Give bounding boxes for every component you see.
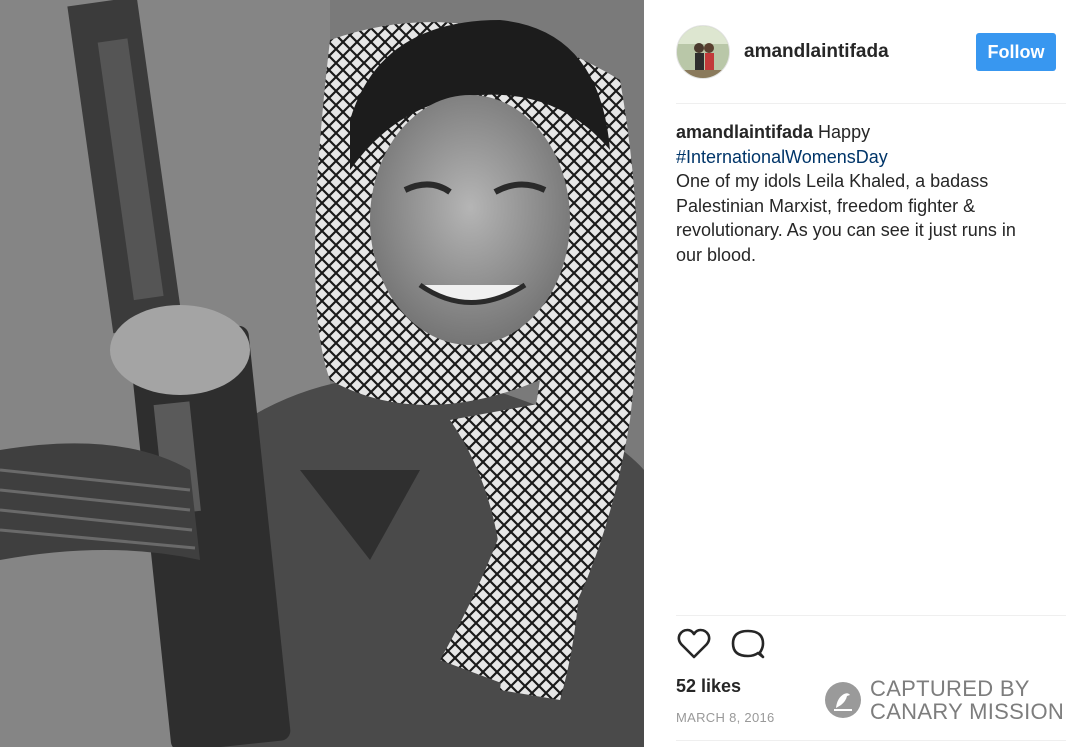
actions-divider: [676, 615, 1066, 616]
instagram-post: amandlaintifada Follow amandlaintifada H…: [0, 0, 1082, 747]
username-link[interactable]: amandlaintifada: [744, 41, 976, 63]
watermark-line1: CAPTURED BY: [870, 676, 1030, 701]
post-actions: [676, 626, 784, 662]
post-side-panel: amandlaintifada Follow amandlaintifada H…: [644, 0, 1082, 747]
post-date[interactable]: MARCH 8, 2016: [676, 710, 775, 725]
canary-bird-icon: [825, 682, 861, 718]
photo-illustration: [0, 0, 644, 747]
caption-username-link[interactable]: amandlaintifada: [676, 122, 813, 142]
caption-lead-text: Happy: [818, 122, 871, 142]
hashtag-link[interactable]: #InternationalWomensDay: [676, 145, 1046, 170]
watermark-line2: CANARY MISSION: [870, 699, 1065, 724]
bottom-divider: [676, 740, 1066, 741]
avatar-image: [677, 26, 729, 78]
heart-icon[interactable]: [676, 626, 712, 662]
likes-count[interactable]: 52 likes: [676, 676, 741, 697]
canary-mission-watermark: CAPTURED BY CANARY MISSION: [824, 677, 1064, 723]
header-divider: [676, 103, 1066, 104]
post-caption: amandlaintifada Happy #InternationalWome…: [676, 120, 1046, 267]
comment-bubble-icon[interactable]: [730, 626, 766, 662]
post-photo[interactable]: [0, 0, 644, 747]
post-header: amandlaintifada Follow: [676, 24, 1064, 80]
avatar[interactable]: [676, 25, 730, 79]
caption-body-text: One of my idols Leila Khaled, a badass P…: [676, 171, 1016, 265]
watermark-text: CAPTURED BY CANARY MISSION: [870, 677, 1064, 723]
follow-button[interactable]: Follow: [976, 33, 1056, 71]
